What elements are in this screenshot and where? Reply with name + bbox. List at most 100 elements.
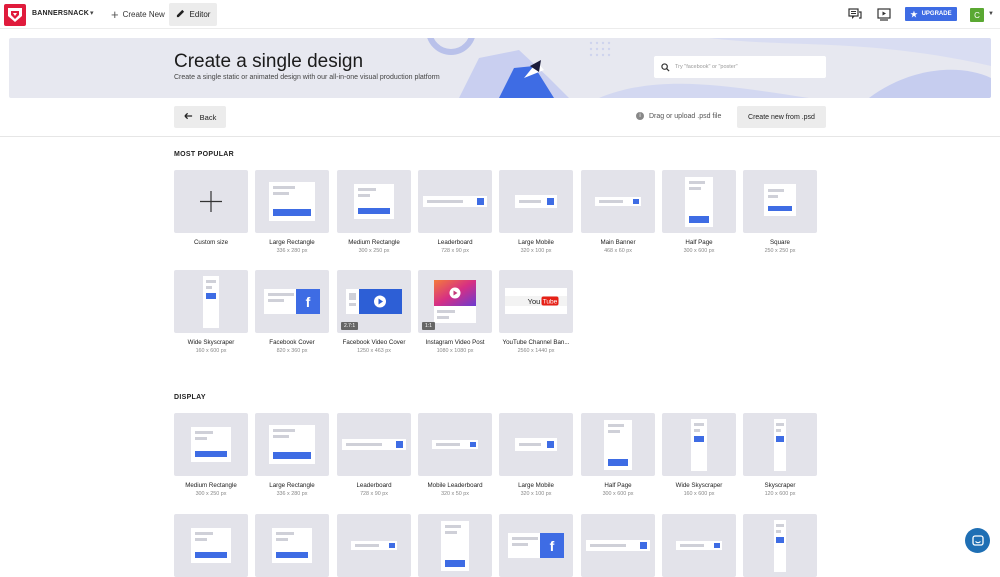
- popular-format-card[interactable]: You Tube YouTube Channel Ban... 2560 x 1440…: [499, 270, 573, 354]
- bannersnack-logo-icon[interactable]: [4, 4, 26, 26]
- create-new-button[interactable]: + Create New: [107, 3, 169, 26]
- pencil-icon: [176, 9, 185, 20]
- format-name: Mobile Leaderboard: [427, 482, 483, 489]
- format-size: 300 x 600 px: [602, 491, 634, 497]
- popular-format-card[interactable]: Wide Skyscraper 160 x 600 px: [174, 270, 248, 354]
- upgrade-label: UPGRADE: [921, 11, 952, 17]
- leaderboard-icon: [418, 170, 492, 233]
- display-format-card[interactable]: Medium Rectangle 300 x 250 px: [174, 413, 248, 497]
- display-format-card[interactable]: Wide Skyscraper 160 x 600 px: [662, 413, 736, 497]
- create-new-label: Create New: [122, 10, 165, 19]
- format-size: 320 x 100 px: [520, 248, 552, 254]
- drag-upload-psd[interactable]: i Drag or upload .psd file: [636, 112, 721, 120]
- info-icon: i: [636, 112, 644, 120]
- display-format-card[interactable]: Skyscraper 120 x 600 px: [743, 413, 817, 497]
- format-name: Medium Rectangle: [185, 482, 237, 489]
- display-format-card[interactable]: Large Mobile 320 x 100 px: [499, 413, 573, 497]
- svg-text:f: f: [550, 538, 555, 554]
- format-size: 300 x 250 px: [358, 248, 390, 254]
- format-name: Leaderboard: [356, 482, 392, 489]
- chat-icon: [971, 534, 984, 546]
- format-size: 300 x 250 px: [195, 491, 227, 497]
- format-name: Wide Skyscraper: [187, 339, 235, 346]
- display-format-card[interactable]: [255, 514, 329, 577]
- upgrade-button[interactable]: ★ UPGRADE: [905, 7, 957, 21]
- popular-format-card[interactable]: Custom size: [174, 170, 248, 248]
- page-subtitle: Create a single static or animated desig…: [174, 74, 440, 81]
- format-name: Instagram Video Post: [425, 339, 485, 346]
- back-button[interactable]: Back: [174, 106, 226, 128]
- format-name: Half Page: [604, 482, 632, 489]
- workspace-name[interactable]: BANNERSNACK: [32, 10, 89, 17]
- format-name: Medium Rectangle: [348, 239, 400, 246]
- popular-format-card[interactable]: Half Page 300 x 600 px: [662, 170, 736, 254]
- mobile-leaderboard-icon: [418, 413, 492, 476]
- popular-format-card[interactable]: Main Banner 468 x 60 px: [581, 170, 655, 254]
- svg-text:f: f: [306, 294, 311, 310]
- hero-banner: Create a single design Create a single s…: [9, 38, 991, 98]
- search-input[interactable]: Try "facebook" or "poster": [654, 56, 826, 78]
- display-format-card[interactable]: [581, 514, 655, 577]
- popular-format-card[interactable]: Large Mobile 320 x 100 px: [499, 170, 573, 254]
- editor-button[interactable]: Editor: [169, 3, 217, 26]
- comments-icon[interactable]: [848, 7, 862, 21]
- popular-format-card[interactable]: 1:1 Instagram Video Post 1080 x 1080 px: [418, 270, 492, 354]
- popular-format-card[interactable]: Leaderboard 728 x 90 px: [418, 170, 492, 254]
- popular-format-card[interactable]: 2.7:1 Facebook Video Cover 1250 x 463 px: [337, 270, 411, 354]
- format-size: 468 x 60 px: [604, 248, 632, 254]
- medium-rectangle-icon: [174, 514, 248, 577]
- display-format-card[interactable]: Mobile Leaderboard 320 x 50 px: [418, 413, 492, 497]
- facebook-video-icon: 2.7:1: [337, 270, 411, 333]
- large-mobile-icon: [499, 170, 573, 233]
- format-size: 1250 x 463 px: [357, 348, 391, 354]
- skyscraper-icon: [743, 413, 817, 476]
- medium-rectangle-icon: [337, 170, 411, 233]
- display-format-card[interactable]: Large Rectangle 336 x 280 px: [255, 413, 329, 497]
- skyscraper-icon: [743, 514, 817, 577]
- format-name: Wide Skyscraper: [675, 482, 723, 489]
- display-format-card[interactable]: Leaderboard 728 x 90 px: [337, 413, 411, 497]
- large-rectangle-icon: [255, 413, 329, 476]
- format-size: 320 x 50 px: [441, 491, 469, 497]
- format-size: 336 x 280 px: [276, 491, 308, 497]
- wide-skyscraper-icon: [174, 270, 248, 333]
- format-size: 1080 x 1080 px: [436, 348, 474, 354]
- format-name: Large Rectangle: [269, 482, 315, 489]
- format-size: 728 x 90 px: [441, 248, 469, 254]
- display-format-card[interactable]: [743, 514, 817, 577]
- chevron-down-icon[interactable]: ▼: [988, 11, 994, 17]
- format-name: Half Page: [685, 239, 713, 246]
- section-title-display: DISPLAY: [174, 394, 206, 401]
- display-format-card[interactable]: Half Page 300 x 600 px: [581, 413, 655, 497]
- display-format-card[interactable]: [174, 514, 248, 577]
- search-placeholder: Try "facebook" or "poster": [675, 64, 738, 70]
- display-format-card[interactable]: [662, 514, 736, 577]
- page-title: Create a single design: [174, 51, 364, 72]
- medium-rectangle-icon: [255, 514, 329, 577]
- chevron-down-icon[interactable]: ▾: [90, 9, 94, 17]
- display-format-card[interactable]: [337, 514, 411, 577]
- large-rectangle-icon: [255, 170, 329, 233]
- format-size: 336 x 280 px: [276, 248, 308, 254]
- editor-label: Editor: [189, 10, 211, 19]
- svg-text:Tube: Tube: [543, 299, 558, 306]
- avatar[interactable]: C: [970, 8, 984, 22]
- preview-icon[interactable]: [877, 7, 891, 21]
- chat-support-button[interactable]: [965, 528, 990, 553]
- plus-icon: [174, 170, 248, 233]
- popular-format-card[interactable]: Square 250 x 250 px: [743, 170, 817, 254]
- create-from-psd-button[interactable]: Create new from .psd: [737, 106, 826, 128]
- popular-format-card[interactable]: Large Rectangle 336 x 280 px: [255, 170, 329, 254]
- display-format-card[interactable]: f: [499, 514, 573, 577]
- display-format-card[interactable]: [418, 514, 492, 577]
- facebook-cover-icon: f: [499, 514, 573, 577]
- format-name: YouTube Channel Ban...: [502, 339, 570, 346]
- leaderboard-icon: [581, 514, 655, 577]
- popular-format-card[interactable]: f Facebook Cover 820 x 360 px: [255, 270, 329, 354]
- format-name: Large Rectangle: [269, 239, 315, 246]
- popular-format-card[interactable]: Medium Rectangle 300 x 250 px: [337, 170, 411, 254]
- aspect-ratio-badge: 1:1: [422, 322, 435, 330]
- half-page-icon: [418, 514, 492, 577]
- format-name: Large Mobile: [518, 482, 554, 489]
- format-size: 160 x 600 px: [195, 348, 227, 354]
